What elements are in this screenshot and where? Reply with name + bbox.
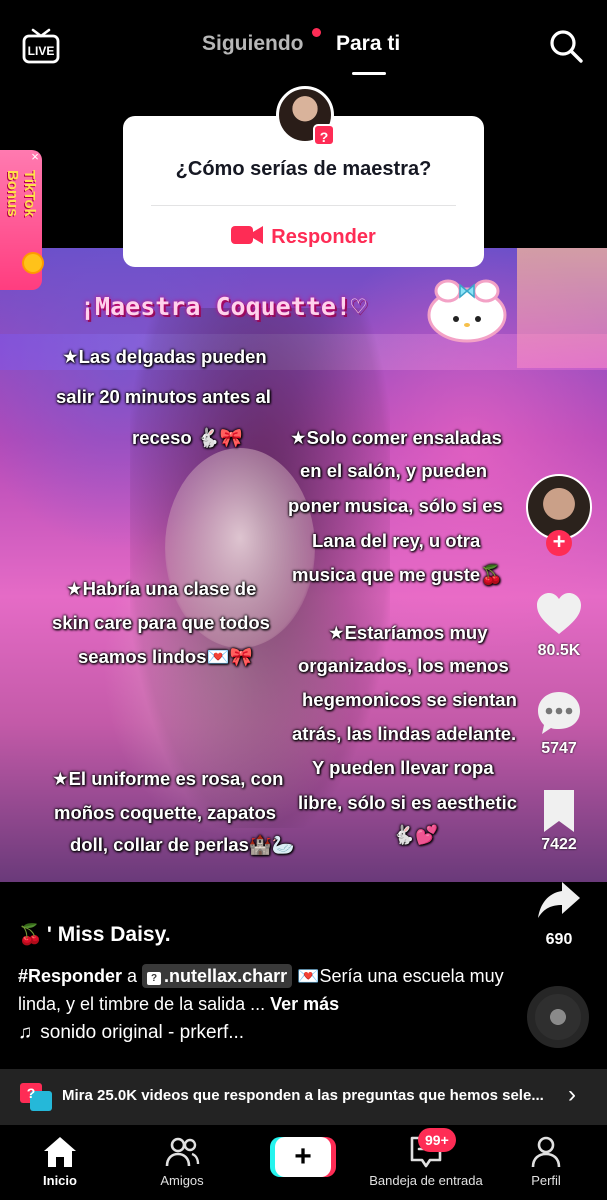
overlay-line: receso 🐇🎀 xyxy=(132,427,243,448)
svg-text:?: ? xyxy=(27,1085,36,1101)
overlay-line: ★Las delgadas pueden xyxy=(62,346,267,367)
reply-label: Responder xyxy=(271,226,376,248)
feed-tabs: Siguiendo Para ti xyxy=(0,28,607,75)
overlay-line: organizados, los menos xyxy=(298,655,509,676)
like-heart-icon[interactable] xyxy=(534,590,584,640)
tab-following[interactable]: Siguiendo xyxy=(202,32,304,56)
action-rail: + 80.5K 5747 7422 690 xyxy=(520,470,600,1070)
overlay-line: salir 20 minutos antes al xyxy=(56,386,271,407)
create-button[interactable]: + xyxy=(270,1137,336,1177)
nav-home-label: Inicio xyxy=(43,1173,77,1188)
home-icon xyxy=(44,1137,76,1167)
video-camera-icon xyxy=(231,226,264,244)
mention-chip[interactable]: ? .nutellax.charr xyxy=(142,964,293,988)
cherry-icon: 🍒 xyxy=(18,924,43,946)
overlay-line: Lana del rey, u otra xyxy=(312,530,481,551)
friends-icon xyxy=(165,1137,200,1167)
bottom-nav: Inicio Amigos + Bandeja de entrada 99+ P… xyxy=(0,1125,607,1200)
overlay-line: skin care para que todos xyxy=(52,612,270,633)
sound-info[interactable]: ♫ sonido original - prkerf... xyxy=(18,1022,244,1044)
chevron-right-icon: › xyxy=(568,1081,576,1108)
sound-name: sonido original - prkerf... xyxy=(40,1022,245,1043)
mention-text: .nutellax.charr xyxy=(164,966,288,986)
question-mark-icon: ? xyxy=(147,972,162,985)
post-caption[interactable]: #Responder a ? .nutellax.charr 💌Sería una… xyxy=(18,962,528,1018)
tab-notification-dot xyxy=(312,28,321,37)
like-count: 80.5K xyxy=(537,642,581,659)
bonus-label: TikTok Bonus xyxy=(4,170,38,217)
tab-for-you[interactable]: Para ti xyxy=(336,32,400,56)
nav-friends-label: Amigos xyxy=(160,1173,204,1188)
share-count: 690 xyxy=(545,931,573,948)
overlay-line: seamos lindos💌🎀 xyxy=(78,646,253,667)
reply-button[interactable]: Responder xyxy=(123,224,484,249)
question-badge-icon: ? xyxy=(313,124,335,146)
overlay-line: ★El uniforme es rosa, con xyxy=(52,768,284,789)
save-count: 7422 xyxy=(541,836,577,853)
music-note-icon: ♫ xyxy=(18,1022,33,1043)
overlay-line: poner musica, sólo si es xyxy=(288,495,503,516)
overlay-line: moños coquette, zapatos xyxy=(54,802,277,823)
inbox-badge: 99+ xyxy=(418,1128,456,1152)
follow-button[interactable]: + xyxy=(546,530,572,556)
caption-connector: a xyxy=(122,966,143,986)
overlay-line: en el salón, y pueden xyxy=(300,460,488,481)
comment-count: 5747 xyxy=(541,740,577,757)
coin-icon xyxy=(22,252,44,274)
comment-icon[interactable] xyxy=(534,688,584,738)
bookmark-icon[interactable] xyxy=(534,786,584,836)
overlay-line: ★Solo comer ensaladas xyxy=(290,427,502,448)
overlay-line: Y pueden llevar ropa xyxy=(312,757,494,778)
answers-bar-text: Mira 25.0K videos que responden a las pr… xyxy=(62,1087,544,1104)
nav-home[interactable]: Inicio xyxy=(10,1125,110,1200)
overlay-line: doll, collar de perlas🏰🦢 xyxy=(70,834,295,855)
hashtag[interactable]: #Responder xyxy=(18,966,122,986)
overlay-line: atrás, las lindas adelante. xyxy=(292,723,517,744)
overlay-line: hegemonicos se sientan xyxy=(302,689,517,710)
overlay-line: musica que me guste🍒 xyxy=(292,564,504,585)
question-answers-icon: ? xyxy=(20,1083,52,1111)
overlay-line: ★Habría una clase de xyxy=(66,578,257,599)
answers-bar[interactable]: ? Mira 25.0K videos que responden a las … xyxy=(0,1069,607,1125)
overlay-line: ★Estaríamos muy xyxy=(328,622,488,643)
profile-icon xyxy=(531,1136,561,1168)
nav-profile-label: Perfil xyxy=(531,1173,561,1188)
question-divider xyxy=(151,205,456,206)
author-name-text: ' Miss Daisy. xyxy=(46,923,171,946)
nav-profile[interactable]: Perfil xyxy=(496,1125,596,1200)
search-icon[interactable] xyxy=(548,28,584,64)
my-melody-sticker xyxy=(427,279,507,343)
share-arrow-icon[interactable] xyxy=(534,876,584,926)
plus-icon: + xyxy=(275,1137,331,1177)
overlay-line: 🐇💕 xyxy=(392,824,439,845)
author-name[interactable]: 🍒 ' Miss Daisy. xyxy=(18,922,171,947)
bonus-close-button[interactable]: × xyxy=(28,150,42,164)
overlay-title: ¡Maestra Coquette!♡ xyxy=(80,292,366,321)
nav-friends[interactable]: Amigos xyxy=(132,1125,232,1200)
nav-inbox-label: Bandeja de entrada xyxy=(369,1173,483,1188)
tiktok-bonus-widget[interactable]: TikTok Bonus × xyxy=(0,150,46,290)
question-text: ¿Cómo serías de maestra? xyxy=(175,158,432,180)
see-more-link[interactable]: Ver más xyxy=(270,994,339,1014)
video-background-stripe xyxy=(517,248,607,368)
sound-disc-icon[interactable] xyxy=(527,986,589,1048)
tab-active-indicator xyxy=(352,72,386,75)
overlay-line: libre, sólo si es aesthetic xyxy=(298,792,518,813)
